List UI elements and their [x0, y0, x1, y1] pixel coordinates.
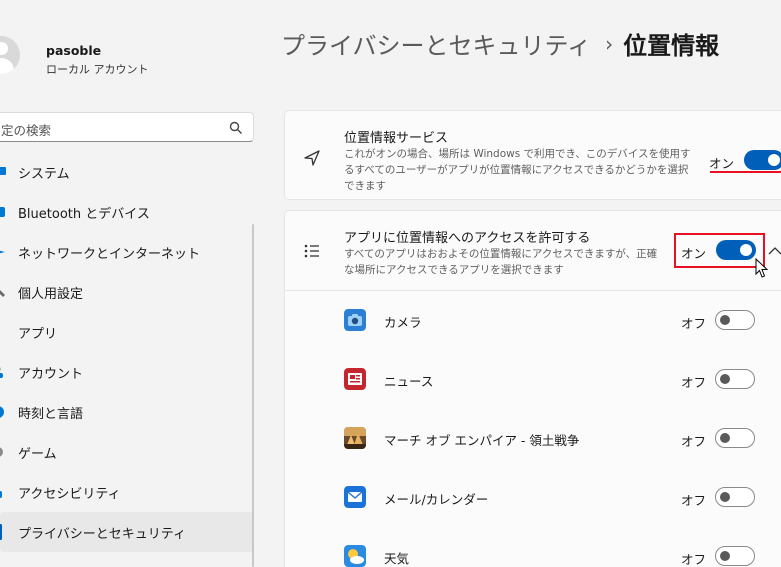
- breadcrumb-separator: ›: [605, 31, 614, 56]
- sidebar-item-label: アプリ: [18, 327, 58, 342]
- sidebar-item-gaming[interactable]: ゲーム: [0, 432, 253, 472]
- news-app-icon: [344, 368, 366, 390]
- sidebar-item-bluetooth[interactable]: Bluetooth とデバイス: [0, 192, 253, 232]
- apps-icon: [0, 325, 7, 339]
- sidebar-item-label: アクセシビリティ: [18, 487, 121, 502]
- camera-app-icon: [344, 309, 366, 331]
- location-service-toggle[interactable]: [744, 150, 781, 170]
- app-access-title: アプリに位置情報へのアクセスを許可する: [344, 231, 591, 246]
- list-icon: [304, 244, 319, 258]
- sidebar-item-label: 時刻と言語: [18, 407, 84, 422]
- page-title: 位置情報: [623, 32, 720, 60]
- app-toggle-camera[interactable]: [715, 310, 755, 330]
- sidebar-scrollbar[interactable]: [252, 224, 254, 567]
- location-service-state: オン: [709, 156, 735, 171]
- gamepad-icon: [0, 447, 3, 457]
- sidebar: pasoble ローカル アカウント 定の検索 システム Bluetooth と…: [0, 0, 265, 567]
- sidebar-item-label: 個人用設定: [18, 287, 84, 302]
- app-row: マーチ オブ エンパイア - 領土戦争 オフ: [284, 409, 781, 468]
- app-row: カメラ オフ: [284, 291, 781, 350]
- app-row: 天気 オフ: [284, 527, 781, 567]
- sidebar-nav: システム Bluetooth とデバイス ネットワークとインターネット 個人用設…: [0, 152, 253, 552]
- app-toggle-mail[interactable]: [715, 487, 755, 507]
- monitor-icon: [0, 167, 6, 175]
- wifi-icon: [0, 250, 5, 254]
- game-app-icon: [344, 427, 366, 449]
- search-icon[interactable]: [229, 121, 243, 135]
- app-state: オフ: [681, 493, 707, 508]
- app-name: カメラ: [384, 315, 422, 330]
- sidebar-item-label: アカウント: [18, 367, 84, 382]
- breadcrumb: プライバシーとセキュリティ › 位置情報: [281, 26, 719, 66]
- chevron-up-icon[interactable]: [768, 246, 781, 256]
- brush-icon: [0, 290, 5, 297]
- mail-app-icon: [344, 486, 366, 508]
- sidebar-item-time-language[interactable]: 時刻と言語: [0, 392, 253, 432]
- sidebar-item-network[interactable]: ネットワークとインターネット: [0, 232, 253, 272]
- user-name: pasoble: [46, 43, 102, 58]
- bluetooth-icon: [0, 207, 5, 217]
- sidebar-item-privacy-security[interactable]: プライバシーとセキュリティ: [0, 512, 253, 552]
- app-toggle-news[interactable]: [715, 369, 755, 389]
- sidebar-item-label: ネットワークとインターネット: [18, 247, 201, 262]
- location-service-description: これがオンの場合、場所は Windows で利用でき、このデバイスを使用するすべ…: [344, 148, 691, 192]
- sidebar-item-personalization[interactable]: 個人用設定: [0, 272, 253, 312]
- sidebar-item-label: Bluetooth とデバイス: [18, 207, 150, 222]
- sidebar-item-accounts[interactable]: アカウント: [0, 352, 253, 392]
- highlight-underline: [710, 171, 781, 173]
- highlight-box: [674, 233, 765, 268]
- app-name: 天気: [384, 551, 410, 566]
- app-state: オフ: [681, 434, 707, 449]
- search-text: 定の検索: [1, 123, 52, 138]
- app-toggle-weather[interactable]: [715, 546, 755, 566]
- app-name: マーチ オブ エンパイア - 領土戦争: [384, 433, 580, 448]
- selection-indicator: [0, 524, 2, 540]
- search-input[interactable]: 定の検索: [0, 112, 254, 142]
- app-state: オフ: [681, 375, 707, 390]
- app-name: ニュース: [384, 374, 434, 389]
- accessibility-icon: [0, 491, 2, 498]
- sidebar-item-system[interactable]: システム: [0, 152, 253, 192]
- avatar[interactable]: [0, 36, 20, 74]
- mouse-cursor-icon: [755, 258, 769, 278]
- sidebar-item-label: ゲーム: [18, 447, 57, 462]
- location-service-title: 位置情報サービス: [344, 131, 449, 146]
- breadcrumb-parent[interactable]: プライバシーとセキュリティ: [281, 32, 591, 60]
- app-row: ニュース オフ: [284, 350, 781, 409]
- app-row: メール/カレンダー オフ: [284, 468, 781, 527]
- app-access-description: すべてのアプリはおおよその位置情報にアクセスできますが、正確な場所にアクセスでき…: [344, 248, 658, 276]
- sidebar-item-label: システム: [18, 167, 70, 182]
- app-toggle-game[interactable]: [715, 428, 755, 448]
- sidebar-item-apps[interactable]: アプリ: [0, 312, 253, 352]
- weather-app-icon: [344, 545, 366, 567]
- app-state: オフ: [681, 316, 707, 331]
- app-name: メール/カレンダー: [384, 492, 489, 507]
- sidebar-item-accessibility[interactable]: アクセシビリティ: [0, 472, 253, 512]
- location-arrow-icon: [304, 150, 320, 166]
- person-icon: [0, 367, 3, 378]
- clock-icon: [0, 406, 4, 418]
- app-state: オフ: [681, 552, 707, 567]
- user-account-type: ローカル アカウント: [46, 63, 149, 76]
- sidebar-item-label: プライバシーとセキュリティ: [18, 527, 186, 542]
- location-service-card: 位置情報サービス これがオンの場合、場所は Windows で利用でき、このデバ…: [284, 110, 781, 200]
